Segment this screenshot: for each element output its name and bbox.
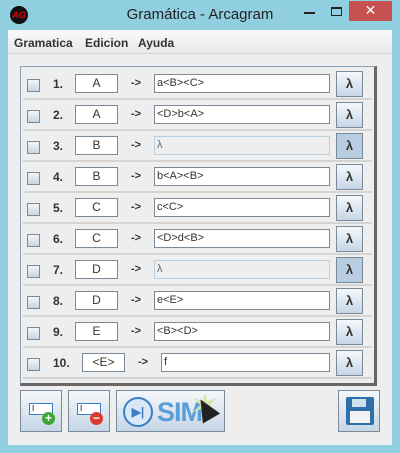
remove-rule-button[interactable]: I − [68, 390, 110, 432]
rule-checkbox[interactable] [27, 327, 40, 340]
rule-row: 3. B -> λ λ [23, 131, 372, 162]
lambda-toggle-button[interactable]: λ [336, 195, 363, 221]
rule-checkbox[interactable] [27, 79, 40, 92]
save-button[interactable] [338, 390, 380, 432]
rule-checkbox[interactable] [27, 358, 40, 371]
rule-rhs-field[interactable]: f [161, 353, 330, 372]
rule-rhs-field[interactable]: e<E> [154, 291, 330, 310]
rule-row: 10. <E> -> f λ [23, 348, 372, 379]
rule-arrow: -> [131, 263, 142, 275]
minus-icon: − [90, 412, 103, 425]
rule-lhs-field[interactable]: D [75, 260, 118, 279]
lambda-toggle-button[interactable]: λ [336, 350, 363, 376]
rule-row: 6. C -> <D>d<B> λ [23, 224, 372, 255]
rule-row: 2. A -> <D>b<A> λ [23, 100, 372, 131]
rule-arrow: -> [131, 325, 142, 337]
minimize-button[interactable] [304, 12, 315, 14]
rule-checkbox[interactable] [27, 296, 40, 309]
rule-rhs-field[interactable]: <D>b<A> [154, 105, 330, 124]
rules-panel: 1. A -> a<B><C> λ 2. A -> <D>b<A> λ 3. B… [20, 66, 377, 386]
rule-number: 8. [53, 294, 64, 308]
rule-rhs-field[interactable]: <D>d<B> [154, 229, 330, 248]
rule-checkbox[interactable] [27, 110, 40, 123]
rule-rhs-field[interactable]: a<B><C> [154, 74, 330, 93]
rule-arrow: -> [131, 139, 142, 151]
rule-arrow: -> [138, 356, 149, 368]
rule-rhs-field[interactable]: <B><D> [154, 322, 330, 341]
rule-number: 9. [53, 325, 64, 339]
rule-number: 2. [53, 108, 64, 122]
rule-lhs-field[interactable]: A [75, 74, 118, 93]
rule-lhs-field[interactable]: C [75, 198, 118, 217]
title-bar: AG Gramática - Arcagram ✕ [0, 0, 400, 30]
rule-number: 10. [53, 356, 70, 370]
rule-row: 8. D -> e<E> λ [23, 286, 372, 317]
rule-number: 3. [53, 139, 64, 153]
lambda-toggle-button[interactable]: λ [336, 71, 363, 97]
rule-checkbox[interactable] [27, 265, 40, 278]
rule-rhs-field[interactable]: b<A><B> [154, 167, 330, 186]
rule-rhs-field[interactable]: c<C> [154, 198, 330, 217]
rule-number: 1. [53, 77, 64, 91]
rule-lhs-field[interactable]: E [75, 322, 118, 341]
rule-arrow: -> [131, 232, 142, 244]
rule-lhs-field[interactable]: B [75, 136, 118, 155]
lambda-toggle-button[interactable]: λ [336, 133, 363, 159]
floppy-disk-icon [346, 397, 374, 425]
rule-number: 7. [53, 263, 64, 277]
rule-number: 5. [53, 201, 64, 215]
rule-lhs-field[interactable]: A [75, 105, 118, 124]
rule-row: 1. A -> a<B><C> λ [23, 69, 372, 100]
plus-icon: + [42, 412, 55, 425]
rule-arrow: -> [131, 170, 142, 182]
rule-lhs-field[interactable]: B [75, 167, 118, 186]
rule-row: 9. E -> <B><D> λ [23, 317, 372, 348]
rule-arrow: -> [131, 294, 142, 306]
rule-arrow: -> [131, 201, 142, 213]
rule-row: 4. B -> b<A><B> λ [23, 162, 372, 193]
rule-number: 6. [53, 232, 64, 246]
maximize-button[interactable] [331, 7, 342, 16]
lambda-toggle-button[interactable]: λ [336, 288, 363, 314]
rule-lhs-field[interactable]: <E> [82, 353, 125, 372]
lambda-toggle-button[interactable]: λ [336, 102, 363, 128]
rule-checkbox[interactable] [27, 172, 40, 185]
rule-rhs-field[interactable]: λ [154, 136, 330, 155]
lambda-toggle-button[interactable]: λ [336, 226, 363, 252]
menu-bar: Gramatica Edicion Ayuda [8, 30, 392, 54]
rule-arrow: -> [131, 108, 142, 120]
rule-checkbox[interactable] [27, 203, 40, 216]
menu-edicion[interactable]: Edicion [85, 36, 128, 50]
rule-lhs-field[interactable]: D [75, 291, 118, 310]
client-area: Gramatica Edicion Ayuda 1. A -> a<B><C> … [8, 30, 392, 445]
close-button[interactable]: ✕ [349, 1, 392, 21]
rule-row: 7. D -> λ λ [23, 255, 372, 286]
play-pause-icon: ▶| [123, 397, 153, 427]
rule-checkbox[interactable] [27, 234, 40, 247]
menu-ayuda[interactable]: Ayuda [138, 36, 174, 50]
rule-checkbox[interactable] [27, 141, 40, 154]
menu-gramatica[interactable]: Gramatica [14, 36, 73, 50]
rule-arrow: -> [131, 77, 142, 89]
rule-rhs-field[interactable]: λ [154, 260, 330, 279]
rule-number: 4. [53, 170, 64, 184]
rule-lhs-field[interactable]: C [75, 229, 118, 248]
lambda-toggle-button[interactable]: λ [336, 164, 363, 190]
add-rule-button[interactable]: I + [20, 390, 62, 432]
lambda-toggle-button[interactable]: λ [336, 319, 363, 345]
rule-row: 5. C -> c<C> λ [23, 193, 372, 224]
lambda-toggle-button[interactable]: λ [336, 257, 363, 283]
